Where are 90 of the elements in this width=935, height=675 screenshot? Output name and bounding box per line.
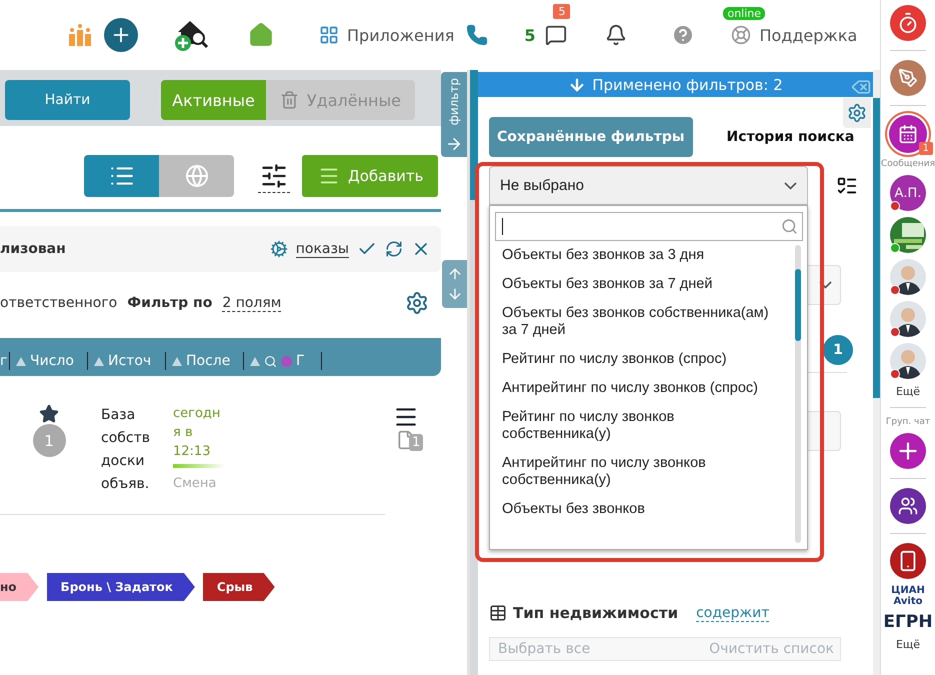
calls-count: 5 bbox=[524, 26, 536, 44]
arrow-right-icon bbox=[445, 135, 463, 153]
scroll-arrows[interactable] bbox=[442, 260, 467, 308]
responsible-text: ответственного bbox=[0, 295, 118, 311]
source-text: База собств доски объяв. bbox=[101, 406, 151, 494]
dropdown-option[interactable]: Антирейтинг по числу звонков собственника(у) bbox=[495, 449, 787, 495]
group-button[interactable] bbox=[890, 488, 926, 524]
lifebuoy-icon[interactable] bbox=[731, 25, 752, 45]
chat-icon[interactable] bbox=[545, 24, 568, 46]
apps-link[interactable]: Приложения bbox=[319, 25, 454, 45]
count-badge: 1 bbox=[823, 335, 853, 365]
find-button[interactable]: Найти bbox=[5, 80, 130, 120]
dropdown-option[interactable]: Объекты без звонков за 7 дней bbox=[495, 270, 787, 299]
filter-label: Фильтр по bbox=[127, 295, 212, 311]
logo-text[interactable]: Avito bbox=[894, 596, 922, 607]
pen-button[interactable] bbox=[890, 60, 926, 96]
search-field[interactable] bbox=[495, 212, 803, 241]
table-icon bbox=[489, 604, 507, 622]
calendar-button[interactable] bbox=[889, 115, 927, 153]
avatar[interactable]: А.П. bbox=[890, 175, 926, 211]
sidebar-caption: Груп. чат bbox=[886, 417, 930, 427]
phone-app-button[interactable] bbox=[890, 543, 926, 579]
saved-filter-select[interactable]: Не выбрано bbox=[489, 166, 808, 205]
view-toggle[interactable] bbox=[159, 155, 234, 197]
trash-icon bbox=[280, 89, 299, 111]
dropdown-option[interactable]: Рейтинг по числу звонков (спрос) bbox=[495, 345, 787, 374]
column-header[interactable]: Г bbox=[244, 352, 322, 370]
more-link[interactable]: Ещё bbox=[896, 638, 920, 651]
scrollbar-thumb[interactable] bbox=[470, 70, 478, 200]
view-toggle[interactable] bbox=[84, 155, 159, 197]
column-header[interactable]: После bbox=[166, 352, 244, 370]
dropdown-option[interactable]: Рейтинг по числу звонков собственника(у) bbox=[495, 403, 787, 449]
search-icon bbox=[781, 218, 798, 235]
arrow-down-icon bbox=[446, 286, 462, 302]
chevron-icon bbox=[819, 281, 832, 289]
star-icon[interactable] bbox=[39, 404, 59, 424]
applied-filters-text: Применено фильтров: 2 bbox=[592, 76, 783, 94]
timer-icon bbox=[897, 12, 919, 34]
pen-icon bbox=[898, 68, 918, 88]
shows-link[interactable]: показы bbox=[296, 240, 349, 258]
dropdown-option[interactable]: Объекты без звонков bbox=[495, 495, 787, 524]
filter-tab[interactable]: Сохранённые фильтры bbox=[489, 117, 693, 157]
count-badge: 1 bbox=[918, 142, 933, 155]
home-icon[interactable] bbox=[248, 22, 274, 48]
filter-title: лизован bbox=[0, 241, 66, 257]
document-count: 1 bbox=[409, 434, 424, 451]
add-button[interactable] bbox=[104, 18, 138, 52]
settings-tab[interactable] bbox=[843, 98, 871, 128]
bell-icon[interactable] bbox=[605, 24, 628, 46]
arrow-down-icon bbox=[568, 76, 586, 94]
add-chat-button[interactable] bbox=[890, 433, 926, 469]
search-icon bbox=[264, 354, 277, 368]
grid-icon bbox=[319, 25, 339, 45]
settings-icon[interactable] bbox=[405, 291, 429, 315]
property-type-label: Тип недвижимости bbox=[513, 604, 678, 622]
chevron-icon bbox=[784, 182, 797, 190]
refresh-icon[interactable] bbox=[385, 240, 403, 258]
sliders-icon bbox=[260, 162, 288, 190]
stage-tag[interactable]: Бронь \ Задаток bbox=[46, 573, 195, 601]
more-link[interactable]: Ещё bbox=[896, 385, 920, 398]
online-badge: online bbox=[723, 7, 766, 20]
sidebar-caption: Сообщения bbox=[881, 159, 935, 169]
globe-icon bbox=[184, 164, 208, 188]
support-link[interactable]: Поддержка bbox=[759, 26, 858, 44]
date-text: сегодня в 12:13 bbox=[173, 405, 222, 461]
phone-icon[interactable] bbox=[466, 24, 488, 46]
timer-button[interactable] bbox=[890, 5, 926, 41]
column-header[interactable]: г bbox=[0, 352, 10, 370]
registry-logo[interactable]: ЕГРН bbox=[883, 613, 933, 632]
dropdown-option[interactable]: Объекты без звонков за 3 дня bbox=[495, 241, 787, 270]
users-icon bbox=[898, 496, 918, 516]
scrollbar-thumb[interactable] bbox=[873, 98, 880, 398]
logo-text[interactable]: ЦИАН bbox=[891, 585, 925, 596]
scrollbar-thumb[interactable] bbox=[795, 269, 801, 341]
dropdown-option[interactable]: Антирейтинг по числу звонков (спрос) bbox=[495, 374, 787, 403]
status-text: Смена bbox=[173, 476, 218, 491]
calendar-icon bbox=[898, 124, 918, 144]
fields-link[interactable]: 2 полям bbox=[222, 294, 282, 312]
stage-tag[interactable]: но bbox=[0, 573, 39, 601]
condition-link[interactable]: содержит bbox=[696, 604, 770, 622]
stage-tag[interactable]: Срыв bbox=[202, 573, 275, 601]
status-dot bbox=[281, 356, 292, 366]
settings-icon bbox=[847, 103, 867, 123]
messages-badge: 5 bbox=[553, 4, 570, 19]
gears-icon bbox=[270, 240, 288, 258]
filter-tab[interactable]: История поиска bbox=[718, 117, 862, 157]
count-badge: 1 bbox=[32, 424, 66, 457]
dropdown-option[interactable]: Объекты без звонков собственника(ам) за 7 дней bbox=[495, 299, 787, 345]
column-header[interactable]: Источ bbox=[88, 352, 166, 370]
column-header[interactable]: Число bbox=[10, 352, 88, 370]
